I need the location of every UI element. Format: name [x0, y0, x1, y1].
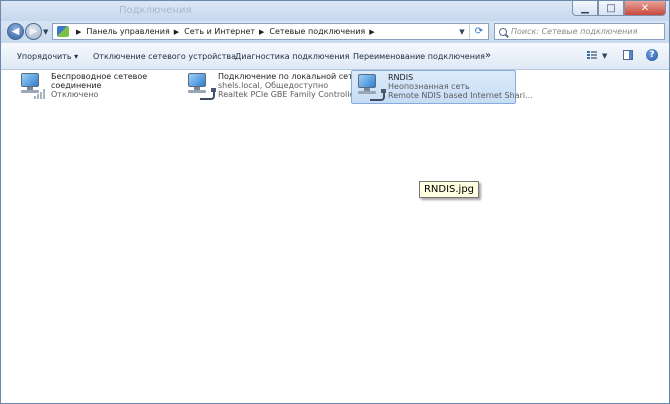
control-panel-icon [57, 26, 69, 37]
preview-pane-icon[interactable] [623, 50, 633, 60]
disable-device-button[interactable]: Отключение сетевого устройства [93, 52, 236, 61]
view-options-dropdown[interactable]: ▼ [602, 52, 607, 60]
connection-text: RNDIS Неопознанная сеть Remote NDIS base… [388, 73, 533, 100]
connection-name: Подключение по локальной сети [218, 72, 358, 81]
connections-list: Беспроводное сетевое соединение Отключен… [1, 70, 669, 403]
back-arrow-icon: ◀ [11, 26, 20, 37]
connection-wireless[interactable]: Беспроводное сетевое соединение Отключен… [15, 70, 175, 104]
rename-connection-button[interactable]: Переименование подключения [353, 52, 485, 61]
window-title: Подключения [119, 5, 192, 16]
address-row: ◀ ▶ ▼ ▶ Панель управления ▶ Сеть и Интер… [1, 21, 669, 43]
maximize-icon: □ [606, 2, 616, 14]
explorer-window: Подключения ▁ □ ✕ ◀ ▶ ▼ ▶ Панель управле… [0, 0, 670, 404]
wireless-network-icon [17, 73, 47, 100]
forward-button[interactable]: ▶ [25, 23, 42, 40]
breadcrumb-network-connections[interactable]: Сетевые подключения [269, 27, 365, 36]
connection-local-area[interactable]: Подключение по локальной сети shels.loca… [182, 70, 358, 104]
chevron-right-icon[interactable]: ▶ [76, 28, 81, 36]
window-controls: ▁ □ ✕ [572, 1, 666, 17]
chevron-right-icon[interactable]: ▶ [174, 28, 179, 36]
recent-pages-dropdown[interactable]: ▼ [43, 28, 48, 36]
organize-button[interactable]: Упорядочить ▾ [17, 52, 78, 61]
connection-text: Беспроводное сетевое соединение Отключен… [51, 72, 147, 99]
diagnose-connection-button[interactable]: Диагностика подключения [235, 52, 349, 61]
connection-name-line2: соединение [51, 81, 102, 90]
connection-status: Отключено [51, 90, 99, 99]
address-controls: ▼ ⟳ [455, 24, 488, 39]
refresh-icon[interactable]: ⟳ [469, 24, 488, 39]
organize-label: Упорядочить [17, 52, 72, 61]
filename-tooltip: RNDIS.jpg [419, 181, 479, 198]
help-icon[interactable]: ? [646, 49, 658, 61]
lan-network-icon [354, 74, 386, 101]
search-icon [499, 28, 507, 36]
connection-text: Подключение по локальной сети shels.loca… [218, 72, 358, 99]
lan-network-icon [184, 73, 216, 100]
connection-name: Беспроводное сетевое [51, 72, 148, 81]
minimize-button[interactable]: ▁ [572, 1, 598, 16]
connection-device: Realtek PCIe GBE Family Controller [218, 90, 358, 99]
connection-name: RNDIS [388, 73, 414, 82]
address-bar[interactable]: ▶ Панель управления ▶ Сеть и Интернет ▶ … [52, 23, 489, 40]
chevron-right-icon[interactable]: ▶ [259, 28, 264, 36]
more-commands-button[interactable]: » [485, 50, 491, 61]
address-history-dropdown[interactable]: ▼ [455, 24, 469, 39]
close-icon: ✕ [640, 2, 650, 14]
back-button[interactable]: ◀ [7, 23, 24, 40]
breadcrumb-network-internet[interactable]: Сеть и Интернет [184, 27, 255, 36]
command-bar: Упорядочить ▾ Отключение сетевого устрой… [1, 43, 669, 70]
connection-rndis[interactable]: RNDIS Неопознанная сеть Remote NDIS base… [351, 70, 533, 104]
chevron-right-icon[interactable]: ▶ [369, 28, 374, 36]
connection-device: Remote NDIS based Internet Shari... [388, 91, 533, 100]
minimize-icon: ▁ [581, 2, 589, 14]
connection-status: shels.local, Общедоступно [218, 81, 329, 90]
close-button[interactable]: ✕ [624, 1, 666, 16]
search-input[interactable]: Поиск: Сетевые подключения [494, 23, 665, 40]
chevron-down-icon: ▾ [74, 52, 79, 61]
connection-status: Неопознанная сеть [388, 82, 470, 91]
forward-arrow-icon: ▶ [29, 26, 38, 37]
maximize-button[interactable]: □ [598, 1, 624, 16]
title-bar[interactable]: Подключения ▁ □ ✕ [1, 1, 669, 21]
search-placeholder: Поиск: Сетевые подключения [511, 27, 638, 36]
breadcrumb-control-panel[interactable]: Панель управления [86, 27, 169, 36]
change-view-icon[interactable] [587, 51, 597, 60]
